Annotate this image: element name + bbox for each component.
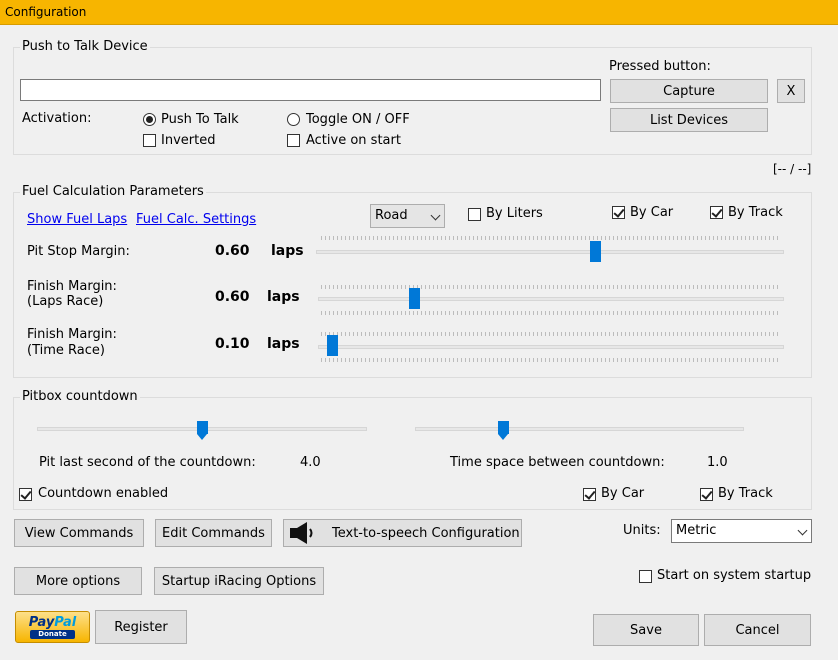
finish-laps-label-2: (Laps Race): [27, 294, 104, 309]
pitbox-by-car-label: By Car: [601, 486, 645, 501]
cancel-button[interactable]: Cancel: [704, 614, 811, 646]
fuel-by-track-label: By Track: [728, 205, 783, 220]
finish-laps-ticks: [321, 285, 778, 289]
active-on-start-checkbox[interactable]: [287, 134, 300, 147]
last-second-label: Pit last second of the countdown:: [39, 455, 256, 470]
time-space-label: Time space between countdown:: [450, 455, 665, 470]
ptt-group-title: Push to Talk Device: [20, 39, 150, 54]
fuel-group-title: Fuel Calculation Parameters: [20, 184, 206, 199]
finish-time-ticks: [321, 332, 778, 336]
toggle-on-off-radio[interactable]: [287, 113, 300, 126]
finish-laps-label-1: Finish Margin:: [27, 279, 117, 294]
countdown-enabled-checkbox[interactable]: [19, 488, 32, 501]
pressed-button-label: Pressed button:: [609, 59, 711, 74]
time-space-slider[interactable]: [497, 421, 509, 440]
chevron-down-icon: [430, 210, 441, 221]
pit-stop-margin-ticks: [321, 236, 778, 240]
start-on-startup-checkbox[interactable]: [639, 570, 652, 583]
countdown-enabled-label: Countdown enabled: [38, 486, 169, 501]
paypal-donate-text: Donate: [30, 629, 75, 639]
fuel-by-car-checkbox[interactable]: [612, 206, 625, 219]
time-space-track: [415, 427, 744, 431]
pit-stop-margin-slider[interactable]: [590, 241, 602, 262]
pitbox-group-title: Pitbox countdown: [20, 389, 140, 404]
view-commands-button[interactable]: View Commands: [14, 519, 144, 547]
start-on-startup-label: Start on system startup: [657, 568, 812, 583]
status-text: [-- / --]: [773, 162, 812, 176]
chevron-down-icon: [797, 525, 808, 536]
pitbox-by-car-checkbox[interactable]: [583, 488, 596, 501]
more-options-button[interactable]: More options: [14, 567, 142, 595]
edit-commands-button[interactable]: Edit Commands: [155, 519, 272, 547]
list-devices-button[interactable]: List Devices: [610, 108, 768, 132]
fuel-by-track-checkbox[interactable]: [710, 206, 723, 219]
time-space-value: 1.0: [707, 455, 728, 470]
inverted-checkbox[interactable]: [143, 134, 156, 147]
push-to-talk-label: Push To Talk: [161, 112, 239, 127]
speaker-icon: [290, 522, 313, 544]
ptt-device-field[interactable]: [20, 79, 601, 101]
pit-stop-margin-track: [316, 250, 784, 254]
toggle-on-off-label: Toggle ON / OFF: [306, 112, 410, 127]
by-liters-label: By Liters: [486, 206, 543, 221]
finish-time-value: 0.10: [215, 336, 250, 352]
units-label: Units:: [623, 523, 661, 538]
finish-time-label-1: Finish Margin:: [27, 327, 117, 342]
pitbox-by-track-label: By Track: [718, 486, 773, 501]
paypal-logo: PayPal: [28, 614, 77, 630]
show-fuel-laps-link[interactable]: Show Fuel Laps: [27, 212, 127, 227]
tts-config-label: Text-to-speech Configuration: [332, 525, 520, 541]
register-button[interactable]: Register: [95, 610, 187, 644]
finish-laps-ticks-bottom: [321, 311, 778, 315]
pit-stop-margin-value: 0.60: [215, 243, 250, 259]
last-second-value: 4.0: [300, 455, 321, 470]
title-bar: Configuration: [0, 0, 838, 25]
pit-stop-margin-label: Pit Stop Margin:: [27, 244, 130, 259]
finish-time-unit: laps: [267, 336, 300, 352]
inverted-label: Inverted: [161, 133, 216, 148]
last-second-slider[interactable]: [196, 421, 208, 440]
window-title: Configuration: [5, 5, 87, 19]
finish-time-track: [318, 345, 784, 349]
pit-stop-margin-unit: laps: [271, 243, 304, 259]
save-button[interactable]: Save: [593, 614, 699, 646]
finish-laps-unit: laps: [267, 289, 300, 305]
capture-button[interactable]: Capture: [610, 79, 768, 103]
pitbox-by-track-checkbox[interactable]: [700, 488, 713, 501]
finish-time-label-2: (Time Race): [27, 343, 105, 358]
paypal-donate-button[interactable]: PayPal Donate: [15, 611, 90, 643]
startup-iracing-button[interactable]: Startup iRacing Options: [154, 567, 324, 595]
fuel-calc-settings-link[interactable]: Fuel Calc. Settings: [136, 212, 256, 227]
finish-laps-slider[interactable]: [409, 288, 420, 309]
finish-laps-track: [318, 297, 784, 301]
fuel-by-car-label: By Car: [630, 205, 674, 220]
clear-device-button[interactable]: X: [777, 79, 805, 103]
activation-label: Activation:: [22, 111, 92, 126]
by-liters-checkbox[interactable]: [468, 208, 481, 221]
finish-time-slider[interactable]: [327, 335, 339, 356]
track-type-dropdown[interactable]: Road: [370, 204, 445, 228]
push-to-talk-radio[interactable]: [143, 113, 156, 126]
units-dropdown[interactable]: Metric: [671, 519, 812, 543]
finish-time-ticks-bottom: [321, 358, 778, 362]
tts-config-button[interactable]: Text-to-speech Configuration: [283, 519, 522, 547]
finish-laps-value: 0.60: [215, 289, 250, 305]
active-on-start-label: Active on start: [306, 133, 401, 148]
